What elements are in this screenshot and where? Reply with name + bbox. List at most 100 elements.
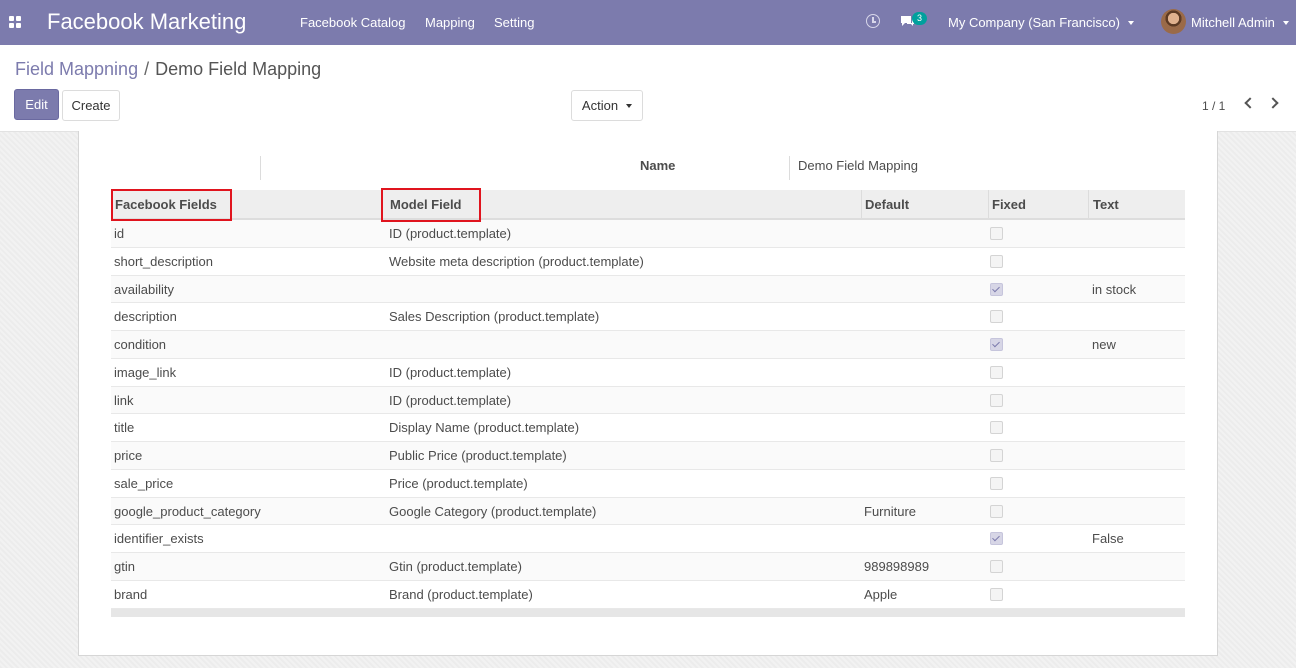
column-divider <box>988 190 989 218</box>
cell-facebook-field: title <box>114 420 135 436</box>
caret-down-icon <box>1127 20 1134 25</box>
header-default[interactable]: Default <box>865 197 909 213</box>
fixed-checkbox[interactable] <box>990 227 1003 240</box>
company-name: My Company (San Francisco) <box>948 15 1120 30</box>
table-row[interactable]: identifier_exists False <box>111 525 1185 553</box>
activity-clock-icon[interactable] <box>866 14 880 28</box>
column-divider <box>1088 190 1089 218</box>
fixed-checkbox[interactable] <box>990 393 1003 407</box>
fixed-checkbox[interactable] <box>990 560 1003 573</box>
cell-text: new <box>1092 337 1116 352</box>
table-row[interactable]: title Display Name (product.template) <box>111 414 1185 442</box>
cell-default: Apple <box>864 586 898 602</box>
cell-model-field: Google Category (product.template) <box>389 503 597 519</box>
header-model-field[interactable]: Model Field <box>390 197 462 213</box>
fixed-checkbox[interactable] <box>990 310 1003 324</box>
cell-facebook-field: short_description <box>114 253 213 269</box>
fixed-checkbox[interactable] <box>990 365 1003 379</box>
cell-facebook-field: price <box>114 448 143 463</box>
table-row[interactable]: gtin Gtin (product.template) 989898989 <box>111 553 1185 581</box>
action-dropdown[interactable]: Action <box>571 90 643 121</box>
user-name: Mitchell Admin <box>1191 15 1275 30</box>
table-body: id ID (product.template) short_description… <box>111 220 1185 609</box>
header-text[interactable]: Text <box>1093 197 1119 213</box>
fixed-checkbox[interactable] <box>990 421 1003 435</box>
table-row[interactable]: brand Brand (product.template) Apple <box>111 580 1185 609</box>
fixed-checkbox[interactable] <box>990 476 1003 490</box>
table-row[interactable]: price Public Price (product.template) <box>111 442 1185 470</box>
table-row[interactable]: short_description Website meta descriptio… <box>111 247 1185 276</box>
table-row[interactable]: condition new <box>111 331 1185 359</box>
company-switcher[interactable]: My Company (San Francisco) <box>948 15 1134 31</box>
fixed-checkbox[interactable] <box>990 449 1003 462</box>
cell-facebook-field: brand <box>114 586 148 602</box>
create-button[interactable]: Create <box>62 90 120 121</box>
cell-model-field: Sales Description (product.template) <box>389 309 600 325</box>
column-divider <box>861 190 862 218</box>
caret-down-icon <box>626 103 633 108</box>
cell-facebook-field: sale_price <box>114 475 174 491</box>
cell-default: 989898989 <box>864 559 930 574</box>
breadcrumb-current: Demo Field Mapping <box>155 59 322 79</box>
fixed-checkbox[interactable] <box>990 254 1003 268</box>
table-footer <box>111 608 1185 617</box>
mapping-table: Facebook Fields Model Field Default Fixe… <box>111 190 1185 617</box>
fixed-checkbox[interactable] <box>990 587 1003 601</box>
caret-down-icon <box>1282 20 1289 25</box>
top-navbar: Facebook Marketing Facebook Catalog Mapp… <box>0 0 1296 45</box>
pager-next-icon[interactable] <box>1267 97 1279 109</box>
apps-menu-icon[interactable] <box>9 16 21 28</box>
fixed-checkbox[interactable] <box>990 504 1003 518</box>
table-row[interactable]: image_link ID (product.template) <box>111 358 1185 387</box>
table-row[interactable]: description Sales Description (product.te… <box>111 303 1185 331</box>
table-header: Facebook Fields Model Field Default Fixe… <box>111 190 1185 220</box>
cell-facebook-field: description <box>114 309 177 325</box>
table-row[interactable]: id ID (product.template) <box>111 220 1185 248</box>
breadcrumb: Field Mappning / Demo Field Mapping <box>15 58 321 80</box>
cell-model-field: Gtin (product.template) <box>389 559 522 574</box>
cell-text: False <box>1092 531 1124 547</box>
cell-model-field: Brand (product.template) <box>389 586 533 602</box>
cell-facebook-field: condition <box>114 337 167 352</box>
cell-model-field: Public Price (product.template) <box>389 448 567 463</box>
cell-model-field: Display Name (product.template) <box>389 420 580 436</box>
cell-model-field: Website meta description (product.templa… <box>389 253 644 269</box>
table-row[interactable]: sale_price Price (product.template) <box>111 469 1185 498</box>
cell-model-field: Price (product.template) <box>389 475 528 491</box>
field-divider <box>260 156 261 180</box>
cell-facebook-field: image_link <box>114 364 177 380</box>
user-avatar[interactable] <box>1161 9 1186 34</box>
cell-facebook-field: link <box>114 392 134 408</box>
menu-facebook-catalog[interactable]: Facebook Catalog <box>300 15 406 31</box>
menu-mapping[interactable]: Mapping <box>425 15 475 31</box>
cell-model-field: ID (product.template) <box>389 392 512 408</box>
edit-button[interactable]: Edit <box>14 89 59 120</box>
table-row[interactable]: availability in stock <box>111 275 1185 304</box>
header-fixed[interactable]: Fixed <box>992 197 1026 213</box>
pager-previous-icon[interactable] <box>1244 97 1256 109</box>
chat-count-badge: 3 <box>912 12 927 25</box>
breadcrumb-separator: / <box>144 59 150 79</box>
action-label: Action <box>581 98 619 113</box>
name-label: Name <box>640 158 676 173</box>
fixed-checkbox[interactable] <box>990 532 1003 546</box>
cell-model-field: ID (product.template) <box>389 364 512 380</box>
cell-default: Furniture <box>864 503 917 519</box>
header-facebook-fields[interactable]: Facebook Fields <box>115 197 217 213</box>
cell-facebook-field: id <box>114 226 125 241</box>
cell-model-field: ID (product.template) <box>389 226 512 241</box>
table-row[interactable]: link ID (product.template) <box>111 386 1185 415</box>
cell-text: in stock <box>1092 281 1137 297</box>
fixed-checkbox[interactable] <box>990 338 1003 351</box>
cell-facebook-field: gtin <box>114 559 135 574</box>
user-menu[interactable]: Mitchell Admin <box>1191 15 1289 31</box>
cell-facebook-field: google_product_category <box>114 503 261 519</box>
menu-setting[interactable]: Setting <box>494 15 534 31</box>
breadcrumb-parent[interactable]: Field Mappning <box>15 59 138 79</box>
name-value: Demo Field Mapping <box>798 158 918 173</box>
pager-value: 1 / 1 <box>1202 99 1226 113</box>
table-row[interactable]: google_product_category Google Category (… <box>111 497 1185 526</box>
app-title: Facebook Marketing <box>47 9 247 34</box>
fixed-checkbox[interactable] <box>990 282 1003 296</box>
cell-facebook-field: identifier_exists <box>114 531 204 547</box>
